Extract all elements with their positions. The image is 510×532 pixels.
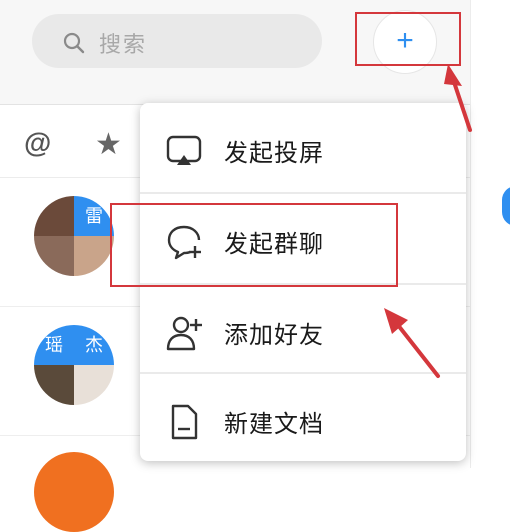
annotation-arrow-up [444,64,472,132]
annotation-arrows [384,64,472,378]
annotation-arrow-left [384,308,440,378]
